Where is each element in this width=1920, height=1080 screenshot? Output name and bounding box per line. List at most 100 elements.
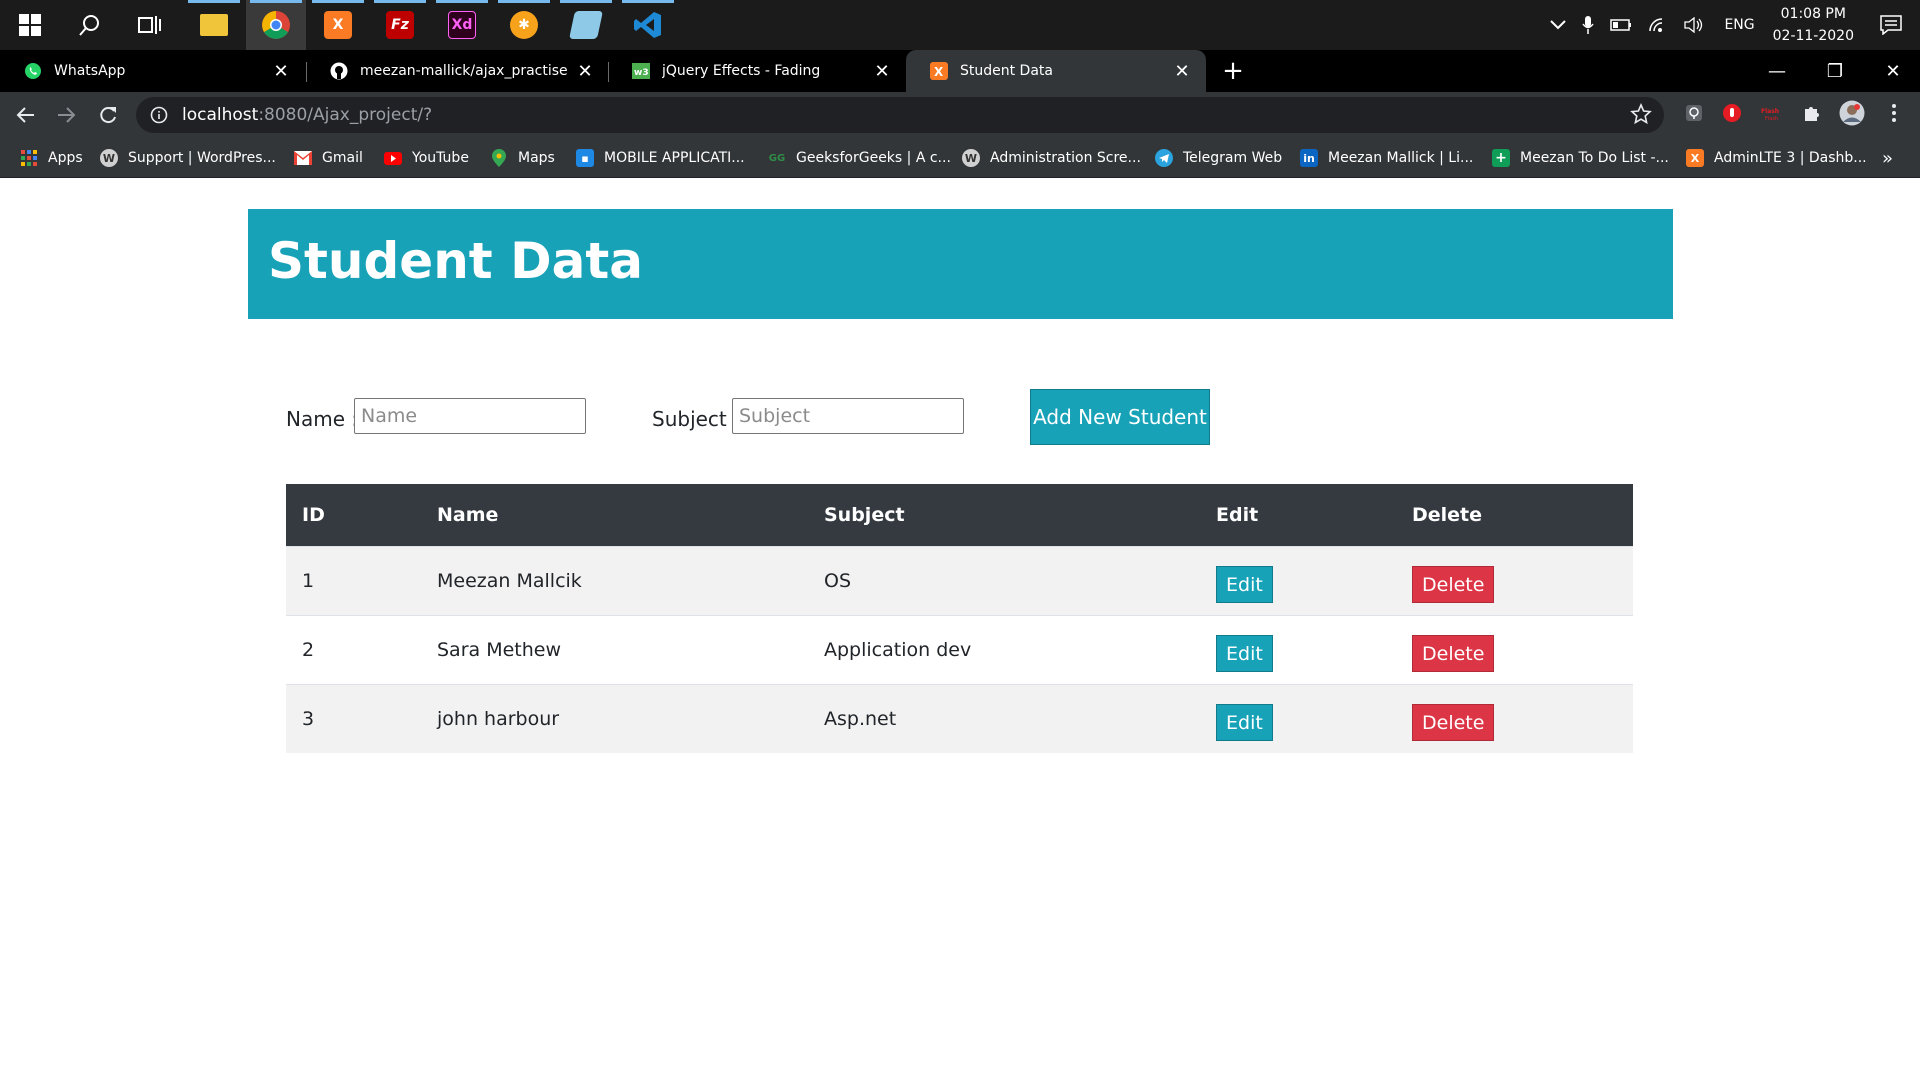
taskbar-xampp[interactable]: X (308, 0, 368, 50)
bookmark-youtube[interactable]: YouTube (384, 138, 469, 178)
delete-button[interactable]: Delete (1412, 704, 1495, 742)
close-window-button[interactable]: ✕ (1864, 50, 1920, 92)
browser-tab-strip: WhatsApp ✕ meezan-mallick/ajax_practise:… (0, 50, 1920, 92)
cell-name: john harbour (421, 683, 808, 753)
notification-center-icon[interactable] (1880, 15, 1902, 35)
taskbar-vscode[interactable] (618, 0, 678, 50)
close-tab-icon[interactable]: ✕ (1172, 61, 1192, 82)
flash-icon: Flash Flash (1761, 106, 1783, 125)
table-header-row: ID Name Subject Edit Delete (286, 484, 1633, 546)
bookmark-apps[interactable]: Apps (20, 138, 83, 178)
bookmark-todo-list[interactable]: + Meezan To Do List -... (1492, 138, 1669, 178)
tab-title: Student Data (960, 63, 1053, 79)
bookmark-label: Administration Scre... (990, 150, 1141, 166)
bookmark-label: Apps (48, 150, 83, 166)
extension-lightbulb[interactable] (1680, 101, 1708, 129)
bookmark-label: GeeksforGeeks | A c... (796, 150, 951, 166)
tab-w3schools[interactable]: w3 jQuery Effects - Fading ✕ (608, 50, 906, 92)
edit-button[interactable]: Edit (1216, 635, 1273, 672)
cell-subject: Application dev (808, 614, 1200, 684)
volume-icon[interactable] (1684, 17, 1704, 33)
reload-button[interactable] (92, 99, 124, 131)
forward-button[interactable] (50, 99, 82, 131)
taskbar-filezilla[interactable]: Fz (370, 0, 430, 50)
taskbar-chrome[interactable] (246, 0, 306, 50)
restore-button[interactable]: ❐ (1806, 50, 1864, 92)
extension-flash[interactable]: Flash Flash (1758, 101, 1786, 129)
svg-text:Flash: Flash (1761, 108, 1779, 115)
taskbar-file-explorer[interactable] (184, 0, 244, 50)
info-icon[interactable] (150, 106, 168, 124)
extension-red[interactable] (1718, 101, 1746, 129)
bookmark-linkedin[interactable]: in Meezan Mallick | Li... (1300, 138, 1473, 178)
bookmark-label: Telegram Web (1183, 150, 1283, 166)
name-input[interactable] (354, 398, 586, 434)
task-view-button[interactable] (120, 0, 180, 50)
name-label: Name : (286, 407, 359, 431)
students-table: ID Name Subject Edit Delete 1 Meezan Mal… (286, 484, 1633, 753)
bookmark-mobile-application[interactable]: ▪ MOBILE APPLICATI... (576, 138, 745, 178)
w3schools-icon: w3 (632, 62, 650, 80)
bookmark-adminlte[interactable]: X AdminLTE 3 | Dashb... (1686, 138, 1867, 178)
column-header-delete: Delete (1396, 484, 1633, 546)
url-path: :8080/Ajax_project/? (258, 105, 433, 125)
subject-label: Subject : (652, 407, 740, 431)
search-button[interactable] (60, 0, 120, 50)
add-new-student-button[interactable]: Add New Student (1030, 389, 1210, 445)
forward-arrow-icon (58, 107, 76, 123)
subject-input[interactable] (732, 398, 964, 434)
browser-toolbar: localhost:8080/Ajax_project/? Flash Flash (0, 92, 1920, 138)
bookmark-support-wordpress[interactable]: W Support | WordPres... (100, 138, 276, 178)
minimize-button[interactable]: — (1748, 50, 1806, 92)
bookmark-star-icon[interactable] (1630, 102, 1652, 129)
restore-icon: ❐ (1826, 60, 1844, 82)
close-tab-icon[interactable]: ✕ (576, 61, 594, 82)
battery-icon[interactable] (1610, 19, 1632, 31)
close-tab-icon[interactable]: ✕ (872, 61, 892, 82)
bookmark-telegram[interactable]: Telegram Web (1155, 138, 1282, 178)
extensions-button[interactable] (1798, 101, 1826, 129)
profile-avatar[interactable] (1838, 100, 1866, 129)
cell-id: 1 (286, 545, 421, 615)
tab-student-data[interactable]: X Student Data ✕ (906, 50, 1206, 92)
adblock-hand-icon (1722, 103, 1742, 127)
bookmark-gmail[interactable]: Gmail (294, 138, 363, 178)
cell-edit: Edit (1200, 683, 1396, 753)
language-indicator[interactable]: ENG (1724, 17, 1754, 33)
vscode-icon (634, 12, 661, 38)
delete-button[interactable]: Delete (1412, 635, 1495, 672)
close-tab-icon[interactable]: ✕ (271, 61, 291, 82)
system-tray: ENG 01:08 PM 02-11-2020 (1542, 0, 1920, 50)
bookmark-maps[interactable]: Maps (490, 138, 555, 178)
edit-button[interactable]: Edit (1216, 566, 1273, 603)
svg-text:w3: w3 (634, 68, 649, 78)
bookmark-label: Meezan Mallick | Li... (1328, 150, 1474, 166)
wordpress-icon: W (100, 149, 118, 167)
bookmarks-overflow-button[interactable]: » (1882, 138, 1893, 178)
apps-grid-icon (20, 149, 38, 167)
bookmark-label: Maps (518, 150, 555, 166)
linkedin-icon: in (1300, 149, 1318, 167)
cell-subject: Asp.net (808, 683, 1200, 753)
tab-whatsapp[interactable]: WhatsApp ✕ (0, 50, 305, 92)
taskbar-adobe-xd[interactable]: Xd (432, 0, 492, 50)
more-vertical-icon (1891, 103, 1897, 127)
bookmark-geeksforgeeks[interactable]: GG GeeksforGeeks | A c... (768, 138, 951, 178)
delete-button[interactable]: Delete (1412, 566, 1495, 603)
chrome-menu-button[interactable] (1880, 101, 1908, 129)
system-clock[interactable]: 01:08 PM 02-11-2020 (1773, 3, 1854, 47)
youtube-icon (384, 149, 402, 167)
taskbar-blue-app[interactable] (556, 0, 616, 50)
tab-github[interactable]: meezan-mallick/ajax_practise: pr ✕ (306, 50, 608, 92)
taskbar-orange-app[interactable]: ✱ (494, 0, 554, 50)
new-tab-button[interactable]: + (1217, 50, 1249, 92)
chevron-up-icon[interactable] (1550, 20, 1567, 30)
back-button[interactable] (10, 99, 42, 131)
wifi-icon[interactable] (1648, 17, 1668, 33)
bookmark-administration[interactable]: W Administration Scre... (962, 138, 1141, 178)
address-bar[interactable]: localhost:8080/Ajax_project/? (136, 97, 1664, 133)
microphone-icon[interactable] (1582, 15, 1595, 35)
svg-text:X: X (934, 65, 944, 79)
edit-button[interactable]: Edit (1216, 704, 1273, 742)
windows-start-button[interactable] (0, 0, 60, 50)
